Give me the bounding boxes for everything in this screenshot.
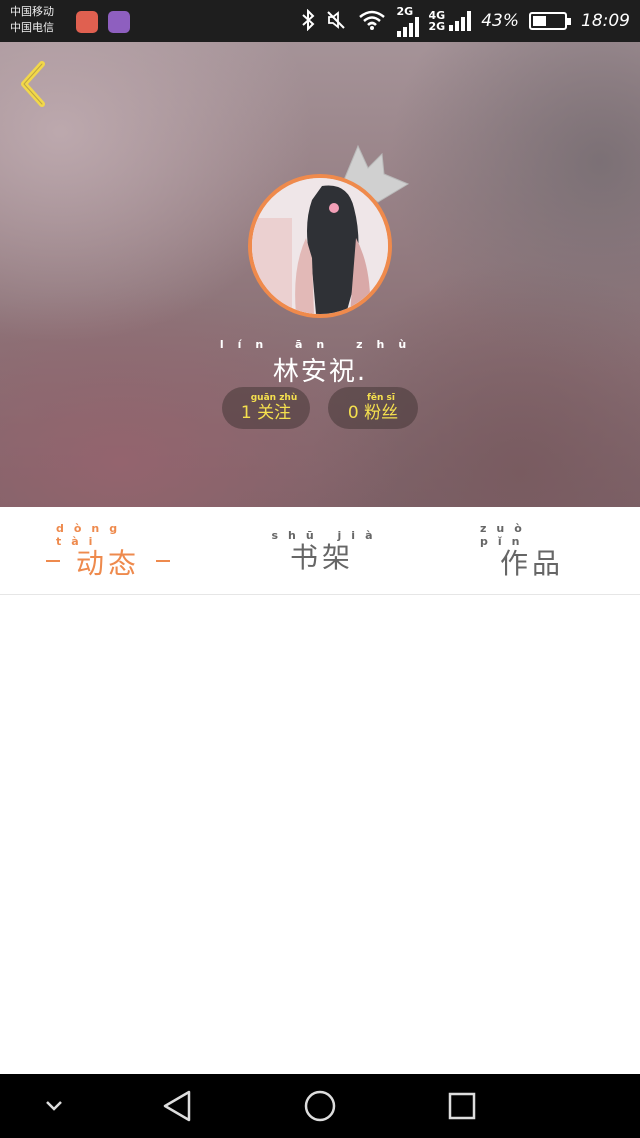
- tab-content: [0, 596, 640, 1074]
- active-indicator-right: [156, 560, 170, 562]
- tab-dynamics[interactable]: dòng tài 动态: [46, 507, 170, 595]
- username-text: 林安祝.: [272, 357, 368, 387]
- network-type-2-bottom: 2G: [428, 20, 446, 33]
- tab-dynamics-label: 动态: [75, 547, 140, 580]
- tab-works-label: 作品: [499, 547, 564, 580]
- username: lín ān zhù 林安祝.: [0, 338, 640, 388]
- profile-tabs: dòng tài 动态 shū jià 书架 zuò pǐn 作品: [0, 507, 640, 595]
- fans-button[interactable]: fěn sī 0 粉丝: [328, 387, 418, 429]
- tab-dynamics-pinyin: dòng tài: [56, 522, 128, 548]
- username-pinyin: lín ān zhù: [219, 338, 421, 351]
- battery-icon: [529, 12, 571, 30]
- fans-count: 0: [347, 403, 359, 423]
- fans-text: 0 粉丝: [348, 403, 398, 423]
- network-type-1: 2G: [396, 4, 414, 18]
- following-count: 1: [240, 403, 252, 423]
- carrier-1: 中国移动: [10, 5, 54, 18]
- mute-icon: [325, 9, 347, 34]
- notification-app-icon: [76, 11, 98, 33]
- carrier-2: 中国电信: [10, 21, 54, 34]
- signal-sim1: 2G: [396, 4, 419, 37]
- tab-works[interactable]: zuò pǐn 作品: [470, 507, 594, 595]
- fans-pinyin: fěn sī: [366, 393, 395, 403]
- recents-nav-button[interactable]: [434, 1074, 490, 1138]
- tab-bookshelf-label: 书架: [289, 540, 354, 574]
- hide-nav-button[interactable]: [34, 1074, 74, 1138]
- tab-works-pinyin: zuò pǐn: [480, 522, 532, 548]
- avatar-image: [248, 174, 392, 318]
- tab-bookshelf[interactable]: shū jià 书架: [260, 507, 384, 595]
- signal-sim2: 4G 2G: [429, 10, 446, 32]
- battery-level: [533, 16, 546, 26]
- avatar[interactable]: [248, 174, 392, 318]
- active-indicator-left: [46, 560, 60, 562]
- clock: 18:09: [581, 11, 630, 31]
- following-pinyin: guān zhù: [250, 393, 298, 403]
- carrier-info: 中国移动 中国电信: [10, 4, 70, 36]
- signal-bars-2-icon: [449, 11, 472, 31]
- triangle-back-icon: [163, 1090, 191, 1122]
- back-nav-button[interactable]: [150, 1074, 206, 1138]
- following-text: 1 关注: [241, 403, 291, 423]
- status-icons: 2G 4G 2G 43% 18:09: [301, 0, 630, 42]
- circle-home-icon: [304, 1090, 336, 1122]
- square-recents-icon: [448, 1092, 476, 1120]
- back-button[interactable]: [14, 58, 58, 110]
- gallery-app-icon: [108, 11, 130, 33]
- chevron-left-icon: [21, 61, 45, 107]
- wifi-icon: [357, 9, 387, 34]
- signal-bars-icon: [396, 16, 419, 37]
- system-navigation-bar: [0, 1074, 640, 1138]
- status-bar: 中国移动 中国电信 2G 4G 2G 43% 18:09: [0, 0, 640, 42]
- battery-percent: 43%: [481, 11, 519, 31]
- following-label: 关注: [257, 403, 292, 423]
- home-nav-button[interactable]: [292, 1074, 348, 1138]
- profile-header: lín ān zhù 林安祝. guān zhù 1 关注 fěn sī 0 粉…: [0, 42, 640, 507]
- bluetooth-icon: [301, 8, 315, 34]
- chevron-down-icon: [46, 1101, 62, 1111]
- tab-bookshelf-pinyin: shū jià: [271, 528, 383, 542]
- following-button[interactable]: guān zhù 1 关注: [222, 387, 310, 429]
- fans-label: 粉丝: [364, 403, 399, 423]
